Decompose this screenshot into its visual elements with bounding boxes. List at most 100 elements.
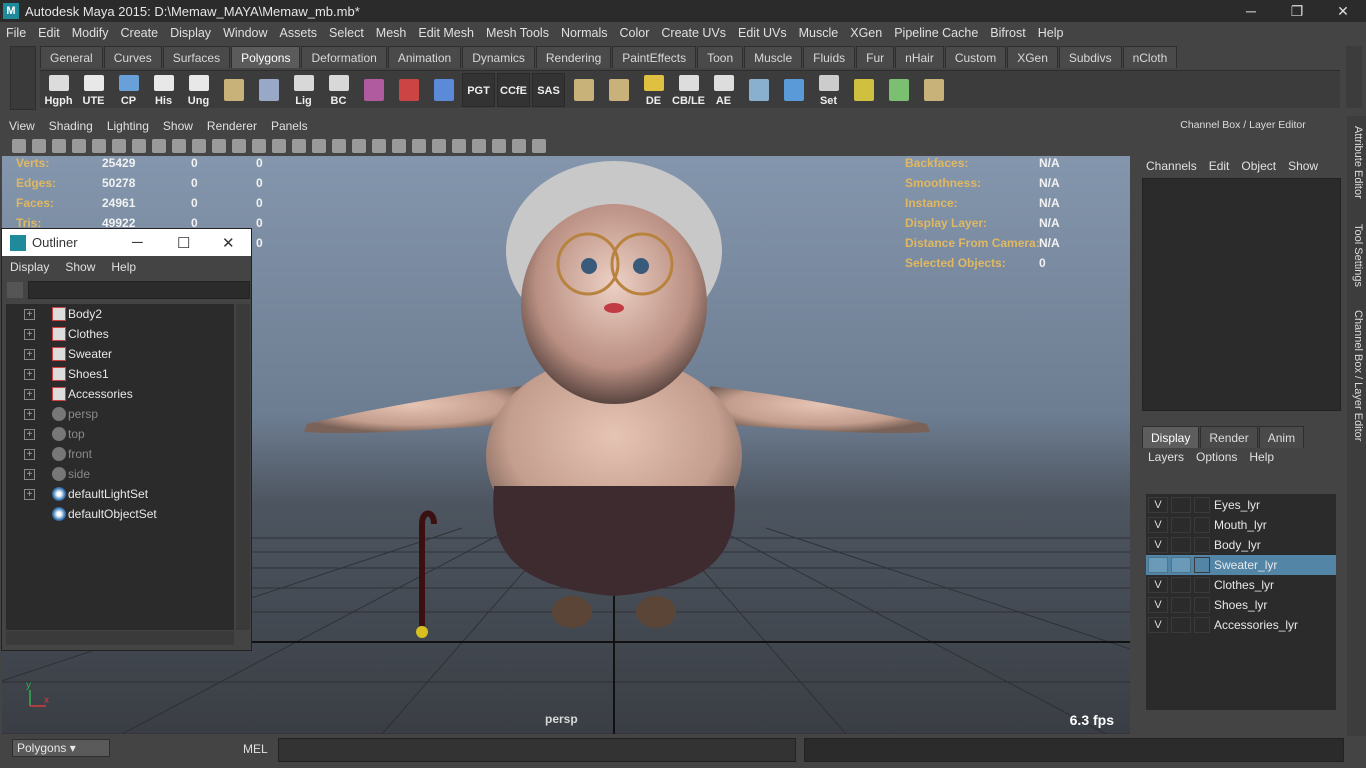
layer-sweater-lyr[interactable]: Sweater_lyr [1146, 555, 1336, 575]
menu-assets[interactable]: Assets [274, 26, 324, 40]
outliner-item-clothes[interactable]: + Clothes [6, 324, 234, 344]
expand-icon[interactable]: + [24, 368, 35, 380]
shelf-button-tool-16[interactable] [567, 73, 600, 107]
expand-icon[interactable]: + [24, 468, 35, 480]
playback-toggle[interactable] [1171, 577, 1191, 593]
outliner-item-top[interactable]: + top [6, 424, 234, 444]
menu-bifrost[interactable]: Bifrost [984, 26, 1031, 40]
expand-icon[interactable]: + [24, 488, 35, 500]
layer-menu-layers[interactable]: Layers [1142, 450, 1190, 464]
viewport-menu-panels[interactable]: Panels [264, 119, 315, 133]
menu-select[interactable]: Select [323, 26, 370, 40]
shelf-button-tool-21[interactable] [742, 73, 775, 107]
shelf-button-tool-6[interactable] [217, 73, 250, 107]
script-language-button[interactable]: MEL [243, 742, 268, 756]
menu-color[interactable]: Color [614, 26, 656, 40]
menu-create-uvs[interactable]: Create UVs [655, 26, 732, 40]
field-chart-icon[interactable] [212, 139, 226, 153]
shadows-icon[interactable] [372, 139, 386, 153]
menu-file[interactable]: File [0, 26, 32, 40]
shelf-button-tool-12[interactable] [427, 73, 460, 107]
shelf-button-tool-25[interactable] [882, 73, 915, 107]
outliner-horizontal-scrollbar[interactable] [6, 631, 234, 645]
menu-modify[interactable]: Modify [66, 26, 115, 40]
layer-color-swatch[interactable] [1194, 557, 1210, 573]
outliner-item-body2[interactable]: + Body2 [6, 304, 234, 324]
command-input[interactable] [278, 738, 796, 762]
depth-of-field-icon[interactable] [452, 139, 466, 153]
outliner-maximize-button[interactable]: ☐ [177, 234, 190, 252]
layer-color-swatch[interactable] [1194, 617, 1210, 633]
shelf-tab-rendering[interactable]: Rendering [535, 46, 612, 68]
expand-icon[interactable]: + [24, 448, 35, 460]
menu-mesh[interactable]: Mesh [370, 26, 413, 40]
layer-menu-help[interactable]: Help [1243, 450, 1280, 464]
anti-aliasing-icon[interactable] [432, 139, 446, 153]
outliner-menu-display[interactable]: Display [2, 260, 57, 274]
playback-toggle[interactable] [1171, 517, 1191, 533]
shelf-button-ae[interactable]: AE [707, 73, 740, 107]
outliner-item-defaultlightset[interactable]: + defaultLightSet [6, 484, 234, 504]
playback-toggle[interactable] [1171, 497, 1191, 513]
channel-box-layer-editor-tab[interactable]: Channel Box / Layer Editor [1349, 310, 1364, 441]
layer-color-swatch[interactable] [1194, 497, 1210, 513]
shelf-tab-toon[interactable]: Toon [697, 46, 744, 68]
outliner-item-persp[interactable]: + persp [6, 404, 234, 424]
shelf-tab-curves[interactable]: Curves [103, 46, 162, 68]
layer-tab-render[interactable]: Render [1200, 426, 1258, 448]
xray-icon[interactable] [492, 139, 506, 153]
safe-action-icon[interactable] [232, 139, 246, 153]
shelf-button-sas[interactable]: SAS [532, 72, 565, 107]
visibility-toggle[interactable]: V [1148, 617, 1168, 633]
expand-icon[interactable]: + [24, 348, 35, 360]
use-all-lights-icon[interactable] [352, 139, 366, 153]
channel-box-menu-edit[interactable]: Edit [1203, 159, 1236, 173]
shelf-tab-deformation[interactable]: Deformation [301, 46, 387, 68]
menu-pipeline-cache[interactable]: Pipeline Cache [888, 26, 984, 40]
shelf-button-tool-22[interactable] [777, 73, 810, 107]
camera-select-icon[interactable] [12, 139, 26, 153]
attribute-editor-tab[interactable]: Attribute Editor [1349, 126, 1364, 199]
shelf-button-cb-le[interactable]: CB/LE [672, 73, 705, 107]
shelf-tab-custom[interactable]: Custom [944, 46, 1007, 68]
shelf-button-bc[interactable]: BC [322, 73, 355, 107]
safe-title-icon[interactable] [252, 139, 266, 153]
layer-mouth-lyr[interactable]: V Mouth_lyr [1146, 515, 1336, 535]
expand-icon[interactable]: + [24, 328, 35, 340]
shelf-tab-painteffects[interactable]: PaintEffects [612, 46, 697, 68]
menu-create[interactable]: Create [115, 26, 165, 40]
visibility-toggle[interactable]: V [1148, 517, 1168, 533]
channel-box-area[interactable] [1142, 178, 1341, 411]
shelf-button-pgt[interactable]: PGT [462, 72, 495, 107]
resolution-gate-icon[interactable] [172, 139, 186, 153]
tool-settings-tab[interactable]: Tool Settings [1349, 224, 1364, 287]
shelf-tab-dynamics[interactable]: Dynamics [462, 46, 535, 68]
wireframe-on-shaded-icon[interactable] [312, 139, 326, 153]
viewport-menu-view[interactable]: View [2, 119, 42, 133]
smooth-shade-icon[interactable] [292, 139, 306, 153]
layer-clothes-lyr[interactable]: V Clothes_lyr [1146, 575, 1336, 595]
shelf-button-tool-17[interactable] [602, 73, 635, 107]
shelf-tab-animation[interactable]: Animation [387, 46, 462, 68]
minimize-button[interactable]: ─ [1228, 0, 1274, 22]
playback-toggle[interactable] [1171, 537, 1191, 553]
expand-icon[interactable]: + [24, 308, 35, 320]
shelf-button-ung[interactable]: Ung [182, 73, 215, 107]
layer-color-swatch[interactable] [1194, 597, 1210, 613]
layer-eyes-lyr[interactable]: V Eyes_lyr [1146, 495, 1336, 515]
visibility-toggle[interactable]: V [1148, 537, 1168, 553]
shelf-options-grip[interactable] [10, 46, 36, 110]
playback-toggle[interactable] [1171, 557, 1191, 573]
outliner-vertical-scrollbar[interactable] [236, 304, 250, 630]
film-gate-icon[interactable] [152, 139, 166, 153]
channel-box-menu-object[interactable]: Object [1235, 159, 1282, 173]
shelf-button-tool-10[interactable] [357, 73, 390, 107]
shelf-tab-fur[interactable]: Fur [856, 46, 895, 68]
gate-mask-icon[interactable] [192, 139, 206, 153]
menu-display[interactable]: Display [164, 26, 217, 40]
expand-icon[interactable]: + [24, 388, 35, 400]
grid-icon[interactable] [132, 139, 146, 153]
layer-color-swatch[interactable] [1194, 517, 1210, 533]
shelf-tab-muscle[interactable]: Muscle [744, 46, 803, 68]
shelf-button-lig[interactable]: Lig [287, 73, 320, 107]
